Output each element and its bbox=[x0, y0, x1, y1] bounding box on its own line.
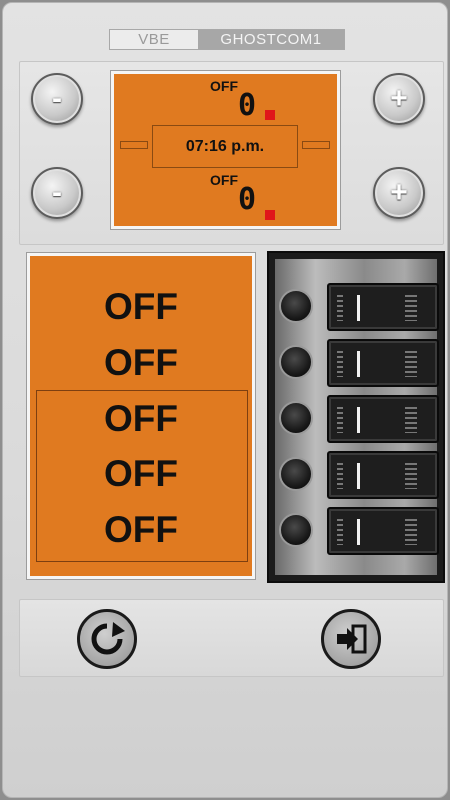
top-decrease-button[interactable]: - bbox=[31, 73, 83, 125]
exit-button[interactable] bbox=[321, 609, 381, 669]
rocker-texture bbox=[337, 295, 343, 321]
bottom-value: 0 bbox=[238, 182, 257, 217]
indicator-light-5 bbox=[279, 513, 313, 547]
plus-icon: + bbox=[390, 176, 408, 209]
rocker-texture bbox=[405, 351, 417, 377]
rocker-switch-2[interactable] bbox=[327, 339, 439, 387]
rocker-texture bbox=[337, 407, 343, 433]
rocker-switch-4[interactable] bbox=[327, 451, 439, 499]
rocker-bar bbox=[357, 407, 360, 433]
tab-bar: VBE GHOSTCOM1 bbox=[109, 29, 345, 50]
tab-vbe[interactable]: VBE bbox=[110, 30, 198, 49]
rocker-texture bbox=[405, 463, 417, 489]
rocker-switch-3[interactable] bbox=[327, 395, 439, 443]
app-container: VBE GHOSTCOM1 - + - + OFF 0 07:16 p.m. O… bbox=[2, 2, 448, 798]
rocker-texture bbox=[405, 407, 417, 433]
top-value: 0 bbox=[238, 88, 257, 123]
bottom-decrease-button[interactable]: - bbox=[31, 167, 83, 219]
status-item: OFF bbox=[104, 342, 178, 383]
time-display: 07:16 p.m. bbox=[152, 125, 298, 168]
status-item: OFF bbox=[104, 286, 178, 327]
main-display: OFF 0 07:16 p.m. OFF 0 bbox=[111, 71, 340, 229]
refresh-button[interactable] bbox=[77, 609, 137, 669]
exit-icon bbox=[337, 624, 367, 654]
status-list-panel: OFF OFF OFF OFF OFF bbox=[27, 253, 255, 579]
tab-ghostcom1[interactable]: GHOSTCOM1 bbox=[198, 30, 344, 49]
status-item: OFF bbox=[104, 398, 178, 439]
rocker-switch-1[interactable] bbox=[327, 283, 439, 331]
rocker-texture bbox=[337, 519, 343, 545]
right-connector bbox=[302, 141, 330, 149]
indicator-light-4 bbox=[279, 457, 313, 491]
top-indicator bbox=[265, 110, 275, 120]
top-status-label: OFF bbox=[210, 78, 238, 94]
bottom-indicator bbox=[265, 210, 275, 220]
status-item: OFF bbox=[104, 509, 178, 550]
plus-icon: + bbox=[390, 82, 408, 115]
rocker-bar bbox=[357, 295, 360, 321]
rocker-texture bbox=[405, 295, 417, 321]
rocker-texture bbox=[337, 463, 343, 489]
switch-plate bbox=[275, 259, 439, 575]
rocker-bar bbox=[357, 519, 360, 545]
status-item: OFF bbox=[104, 453, 178, 494]
left-connector bbox=[120, 141, 148, 149]
indicator-light-1 bbox=[279, 289, 313, 323]
switch-panel bbox=[267, 251, 445, 583]
rocker-bar bbox=[357, 463, 360, 489]
indicator-light-2 bbox=[279, 345, 313, 379]
bottom-increase-button[interactable]: + bbox=[373, 167, 425, 219]
minus-icon: - bbox=[52, 176, 62, 209]
rocker-switch-5[interactable] bbox=[327, 507, 439, 555]
top-increase-button[interactable]: + bbox=[373, 73, 425, 125]
rocker-bar bbox=[357, 351, 360, 377]
refresh-icon bbox=[91, 622, 125, 655]
bottom-status-label: OFF bbox=[210, 172, 238, 188]
indicator-light-3 bbox=[279, 401, 313, 435]
minus-icon: - bbox=[52, 82, 62, 115]
rocker-texture bbox=[405, 519, 417, 545]
rocker-texture bbox=[337, 351, 343, 377]
